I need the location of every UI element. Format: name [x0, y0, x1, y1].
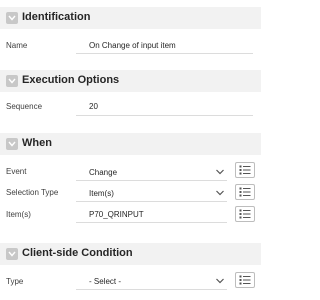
event-label: Event [6, 167, 27, 176]
name-input[interactable]: On Change of input item [89, 41, 176, 50]
sequence-label: Sequence [6, 102, 43, 111]
items-input-underline [76, 222, 227, 223]
section-title: Client-side Condition [22, 247, 133, 259]
section-title: When [22, 137, 52, 149]
section-header-client-side-condition[interactable]: Client-side Condition [0, 243, 261, 265]
section-header-when[interactable]: When [0, 133, 261, 155]
event-list-button[interactable] [235, 162, 255, 178]
chevron-down-icon[interactable] [6, 248, 18, 260]
section-header-execution-options[interactable]: Execution Options [0, 70, 261, 92]
chevron-down-icon[interactable] [6, 75, 18, 87]
list-icon [239, 209, 251, 219]
section-title: Execution Options [22, 74, 120, 86]
selection-type-select[interactable]: Item(s) [89, 189, 114, 198]
items-label: Item(s) [6, 210, 31, 219]
type-select[interactable]: - Select - [89, 277, 121, 286]
selection-type-label: Selection Type [6, 188, 59, 197]
name-label: Name [6, 41, 28, 50]
selection-type-list-button[interactable] [235, 184, 255, 200]
selection-type-select-underline [76, 201, 227, 202]
list-icon [239, 165, 251, 175]
type-list-button[interactable] [235, 272, 255, 288]
items-list-button[interactable] [235, 206, 255, 222]
chevron-down-icon[interactable] [215, 189, 225, 197]
list-icon [239, 187, 251, 197]
chevron-down-icon[interactable] [6, 138, 18, 150]
sequence-input[interactable]: 20 [89, 102, 98, 111]
list-icon [239, 275, 251, 285]
type-select-underline [76, 289, 227, 290]
section-header-identification[interactable]: Identification [0, 7, 261, 29]
sequence-input-underline [76, 115, 253, 116]
section-title: Identification [22, 11, 91, 23]
items-input[interactable]: P70_QRINPUT [89, 210, 144, 219]
chevron-down-icon[interactable] [215, 168, 225, 176]
chevron-down-icon[interactable] [215, 277, 225, 285]
event-select[interactable]: Change [89, 168, 117, 177]
name-input-underline [76, 53, 253, 54]
event-select-underline [76, 180, 227, 181]
type-label: Type [6, 277, 24, 286]
chevron-down-icon[interactable] [6, 12, 18, 24]
